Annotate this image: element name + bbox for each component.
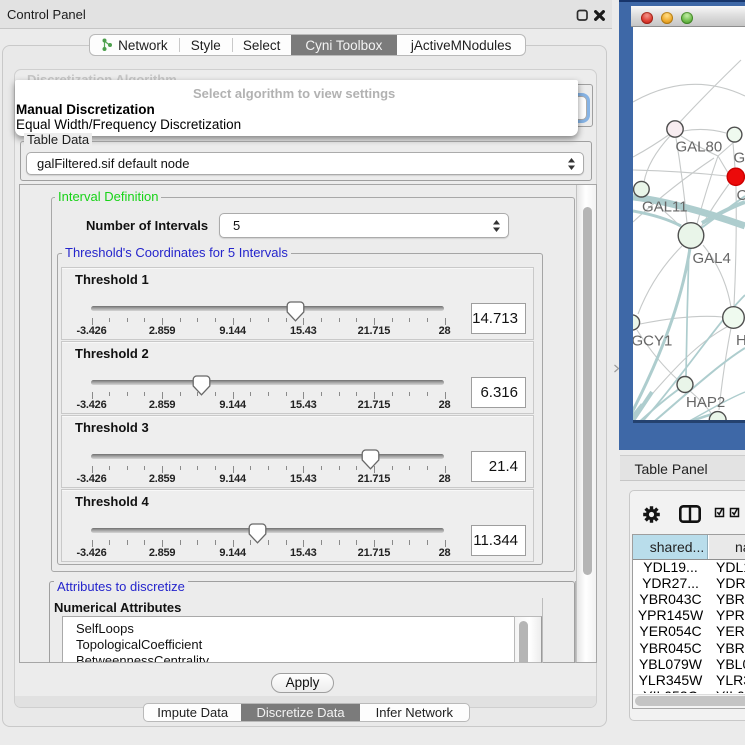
svg-text:GAL80: GAL80 (676, 139, 723, 156)
svg-text:C: C (737, 187, 745, 204)
svg-text:GAL4: GAL4 (693, 250, 731, 267)
svg-text:H: H (736, 332, 745, 349)
svg-text:GCY1: GCY1 (633, 333, 672, 350)
svg-text:GA: GA (734, 150, 745, 167)
svg-text:GAL11: GAL11 (642, 199, 688, 216)
svg-text:HAP2: HAP2 (686, 394, 725, 411)
